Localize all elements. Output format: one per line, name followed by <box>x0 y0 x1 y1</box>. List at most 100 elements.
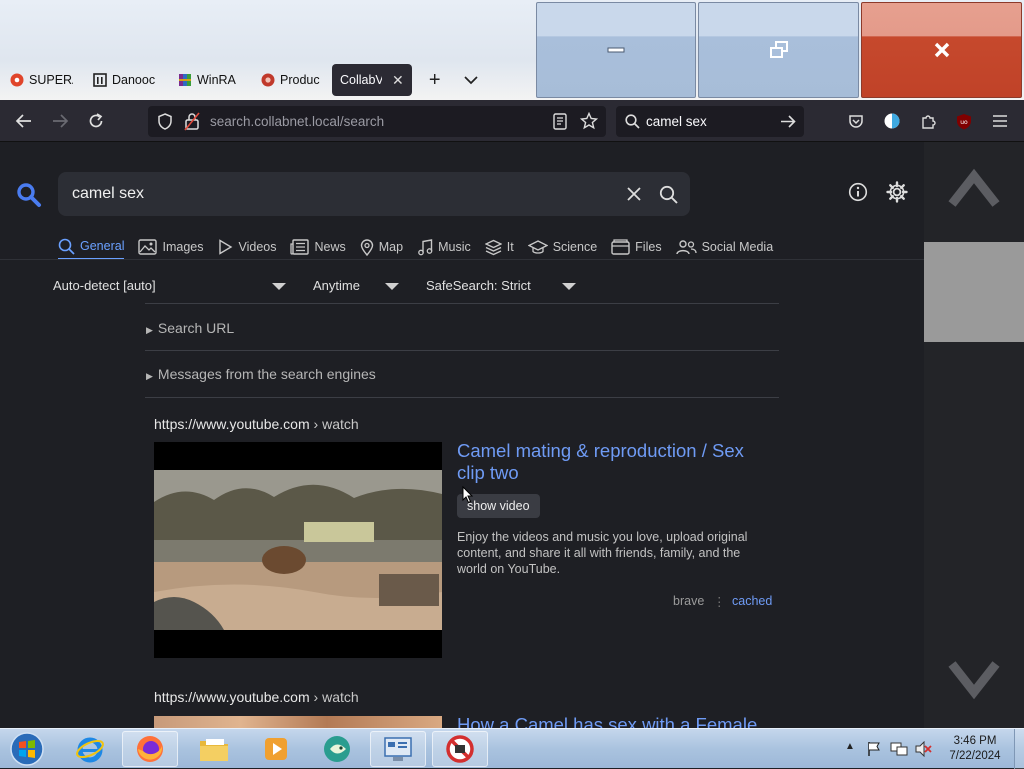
tab-collabvm[interactable]: CollabVM ✕ <box>332 64 412 96</box>
divider <box>145 350 779 351</box>
taskbar-media-player[interactable] <box>248 731 304 767</box>
category-divider <box>0 259 924 260</box>
volume-muted-icon[interactable] <box>914 741 932 757</box>
winrar-icon <box>178 73 192 87</box>
chevron-down-icon[interactable] <box>948 658 1000 702</box>
language-select[interactable]: Auto-detect [auto] <box>53 278 156 293</box>
result-thumbnail[interactable] <box>154 442 442 658</box>
extension-contrast-button[interactable] <box>879 108 905 134</box>
tab-music[interactable]: Music <box>417 234 471 260</box>
result-title-link[interactable]: Camel mating & reproduction / Sex clip t… <box>457 440 744 484</box>
tab-map[interactable]: Map <box>360 234 403 260</box>
start-button[interactable] <box>0 731 54 767</box>
system-clock[interactable]: 3:46 PM 7/22/2024 <box>940 734 1010 764</box>
ublock-button[interactable]: uo <box>951 108 977 134</box>
new-tab-button[interactable]: + <box>420 65 450 95</box>
search-icon[interactable] <box>659 185 678 204</box>
result-url[interactable]: https://www.youtube.com › watch <box>154 689 359 705</box>
search-input[interactable]: camel sex <box>58 172 690 216</box>
tray-expand-icon[interactable]: ▲ <box>845 741 855 752</box>
firefox-icon <box>137 736 163 762</box>
scroll-thumb[interactable] <box>924 242 1024 342</box>
url-bar[interactable]: search.collabnet.local/search <box>148 106 606 137</box>
tab-news[interactable]: News <box>290 234 346 260</box>
show-desktop-button[interactable] <box>1014 729 1024 769</box>
media-player-icon <box>265 738 287 760</box>
search-results-page: camel sex General Images Videos News Map <box>0 142 924 728</box>
newspaper-icon <box>290 239 310 255</box>
tab-product[interactable]: Produc <box>251 64 326 96</box>
taskbar-ie[interactable] <box>62 731 118 767</box>
taskbar-control-panel[interactable] <box>370 731 426 767</box>
close-icon <box>934 42 949 58</box>
result-title-link[interactable]: How a Camel has sex with a Female <box>457 714 757 728</box>
url-text: search.collabnet.local/search <box>210 114 385 129</box>
hamburger-icon <box>993 115 1007 127</box>
chevron-down-icon[interactable] <box>562 283 576 290</box>
tab-videos[interactable]: Videos <box>217 234 276 260</box>
tab-close-icon[interactable]: ✕ <box>392 72 404 89</box>
reload-button[interactable] <box>83 108 109 134</box>
tab-general[interactable]: General <box>58 234 125 260</box>
arrow-right-icon[interactable] <box>780 114 796 129</box>
time-range-select[interactable]: Anytime <box>313 278 360 293</box>
restore-button[interactable] <box>698 2 859 98</box>
layers-icon <box>484 239 502 255</box>
image-icon <box>138 239 158 255</box>
result-title-line: Camel mating & reproduction / Sex <box>457 440 744 461</box>
search-icon <box>58 238 75 255</box>
tab-social-media[interactable]: Social Media <box>675 234 773 260</box>
tab-label: SUPERA <box>29 73 73 87</box>
taskbar-explorer[interactable] <box>186 731 242 767</box>
action-center-flag-icon[interactable] <box>866 741 882 757</box>
taskbar-firefox[interactable] <box>122 731 178 767</box>
search-logo-icon[interactable] <box>16 182 42 208</box>
svg-text:uo: uo <box>960 119 968 126</box>
taskbar-blocked-app[interactable] <box>432 731 488 767</box>
search-url-label: Search URL <box>157 320 235 336</box>
chevron-up-icon[interactable] <box>948 166 1000 210</box>
tab-danooc[interactable]: Danooc <box>83 64 164 96</box>
archive-icon <box>93 73 107 87</box>
back-button[interactable] <box>11 108 37 134</box>
tab-label: Files <box>635 240 662 254</box>
tab-images[interactable]: Images <box>138 234 203 260</box>
taskbar-app[interactable] <box>310 731 366 767</box>
pocket-button[interactable] <box>843 108 869 134</box>
lock-insecure-icon <box>184 112 200 131</box>
contrast-icon <box>884 113 900 129</box>
info-icon[interactable] <box>848 182 868 202</box>
extensions-button[interactable] <box>915 108 941 134</box>
result-thumbnail[interactable] <box>154 716 442 728</box>
cached-link[interactable]: cached <box>732 594 772 608</box>
chevron-down-icon[interactable] <box>272 283 286 290</box>
tab-it[interactable]: It <box>484 234 514 260</box>
taskbar: ▲ 3:46 PM 7/22/2024 <box>0 728 1024 769</box>
minimize-button[interactable] <box>536 2 696 98</box>
list-tabs-button[interactable] <box>456 65 486 95</box>
engine-messages-toggle[interactable]: ▶ Messages from the search engines <box>146 366 376 382</box>
tab-label: CollabVM <box>340 73 382 87</box>
menu-button[interactable] <box>987 108 1013 134</box>
safesearch-select[interactable]: SafeSearch: Strict <box>426 278 531 293</box>
tab-strip: SUPERA Danooc WinRA Produc CollabVM ✕ + <box>0 62 486 98</box>
tab-winrar[interactable]: WinRA <box>168 64 247 96</box>
clear-icon[interactable] <box>627 187 641 201</box>
network-icon[interactable] <box>890 741 908 757</box>
result-url[interactable]: https://www.youtube.com › watch <box>154 416 359 432</box>
pocket-icon <box>849 114 863 128</box>
chevron-down-icon[interactable] <box>385 283 399 290</box>
tab-science[interactable]: Science <box>527 234 597 260</box>
browser-toolbar: search.collabnet.local/search camel sex … <box>0 100 1024 142</box>
tab-supera[interactable]: SUPERA <box>0 64 79 96</box>
star-icon[interactable] <box>580 112 598 130</box>
search-bar[interactable]: camel sex <box>616 106 804 137</box>
close-window-button[interactable] <box>861 2 1022 98</box>
search-url-toggle[interactable]: ▶ Search URL <box>146 320 234 336</box>
forward-button[interactable] <box>47 108 73 134</box>
tab-label: Danooc <box>112 73 156 87</box>
reader-view-icon[interactable] <box>553 113 567 130</box>
tab-files[interactable]: Files <box>611 234 662 260</box>
graduation-icon <box>527 240 548 254</box>
gear-icon[interactable] <box>886 181 908 203</box>
